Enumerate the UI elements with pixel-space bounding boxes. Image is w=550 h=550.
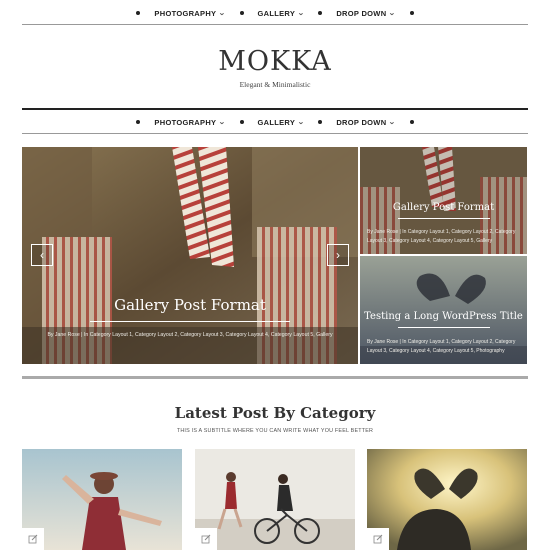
side-post-meta: By Jane Rose | In Category Layout 1, Cat… [367, 339, 516, 354]
slider-prev-button[interactable]: ‹ [31, 244, 53, 266]
nav-item-label: PHOTOGRAPHY [154, 8, 217, 18]
nav-item-gallery[interactable]: GALLERY ⌄ [258, 118, 305, 127]
section-subtitle: THIS IS A SUBTITLE WHERE YOU CAN WRITE W… [176, 428, 374, 434]
side-post-title[interactable]: Gallery Post Format [360, 202, 527, 213]
edit-icon-glyph [28, 534, 38, 544]
nav-dot [318, 120, 323, 124]
divider [22, 133, 528, 134]
divider [22, 108, 528, 110]
post-card-image [22, 449, 182, 550]
nav-item-label: GALLERY [257, 117, 296, 127]
edit-icon[interactable] [367, 528, 389, 550]
site-tagline: Elegant & Minimalistic [239, 80, 311, 89]
title-underline [398, 327, 490, 328]
chevron-down-icon: ⌄ [218, 10, 227, 17]
nav-dot [239, 120, 244, 124]
edit-icon-glyph [201, 534, 211, 544]
slide-title[interactable]: Gallery Post Format [22, 296, 358, 314]
chevron-left-icon: ‹ [40, 248, 44, 262]
chevron-down-icon: ⌄ [297, 119, 305, 126]
featured-slider[interactable]: ‹ › Gallery Post Format By Jane Rose | I… [22, 147, 358, 364]
nav-item-drop-down[interactable]: DROP DOWN ⌄ [336, 118, 395, 127]
title-underline [398, 218, 490, 219]
divider [22, 24, 528, 25]
post-card[interactable] [367, 449, 527, 550]
chevron-right-icon: › [336, 248, 340, 262]
nav-item-photography[interactable]: PHOTOGRAPHY ⌄ [154, 9, 225, 18]
post-card-image [195, 449, 355, 550]
nav-item-drop-down[interactable]: DROP DOWN ⌄ [336, 9, 395, 18]
side-post-card[interactable]: Testing a Long WordPress Title By Jane R… [360, 256, 527, 364]
nav-dot [409, 120, 414, 124]
top-navigation: PHOTOGRAPHY ⌄ GALLERY ⌄ DROP DOWN ⌄ [22, 3, 528, 23]
nav-item-label: GALLERY [257, 8, 296, 18]
section-title: Latest Post By Category [174, 404, 376, 422]
slider-next-button[interactable]: › [327, 244, 349, 266]
nav-dot [409, 11, 414, 15]
nav-item-photography[interactable]: PHOTOGRAPHY ⌄ [154, 118, 225, 127]
slide-meta: By Jane Rose | In Category Layout 1, Cat… [47, 332, 333, 338]
site-logo[interactable]: MOKKA [0, 46, 550, 77]
chevron-down-icon: ⌄ [218, 119, 227, 126]
nav-item-label: DROP DOWN [336, 8, 387, 18]
title-underline [90, 321, 290, 322]
main-navigation: PHOTOGRAPHY ⌄ GALLERY ⌄ DROP DOWN ⌄ [22, 112, 528, 132]
nav-item-gallery[interactable]: GALLERY ⌄ [258, 9, 305, 18]
post-card[interactable] [195, 449, 355, 550]
chevron-down-icon: ⌄ [388, 10, 397, 17]
chevron-down-icon: ⌄ [297, 10, 305, 17]
nav-dot [318, 11, 323, 15]
edit-icon-glyph [373, 534, 383, 544]
side-post-title[interactable]: Testing a Long WordPress Title [360, 311, 527, 322]
edit-icon[interactable] [22, 528, 44, 550]
nav-dot [239, 11, 244, 15]
nav-item-label: PHOTOGRAPHY [154, 117, 217, 127]
side-post-card[interactable]: Gallery Post Format By Jane Rose | In Ca… [360, 147, 527, 254]
edit-icon[interactable] [195, 528, 217, 550]
nav-item-label: DROP DOWN [336, 117, 387, 127]
nav-dot [136, 11, 141, 15]
section-divider [22, 376, 528, 379]
chevron-down-icon: ⌄ [388, 119, 397, 126]
post-card-image [367, 449, 527, 550]
post-card[interactable] [22, 449, 182, 550]
side-post-meta: By Jane Rose | In Category Layout 1, Cat… [367, 229, 516, 244]
nav-dot [136, 120, 141, 124]
